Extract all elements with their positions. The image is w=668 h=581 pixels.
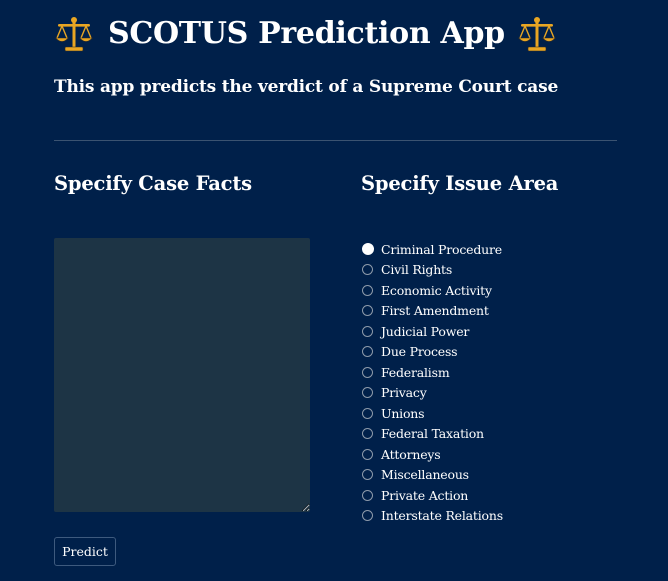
radio-button[interactable] (362, 243, 374, 256)
issue-area-option[interactable]: Unions (362, 403, 503, 424)
balance-scale-icon (517, 17, 557, 52)
balance-scale-icon (54, 17, 94, 52)
issue-area-option-label: Attorneys (381, 446, 441, 462)
issue-area-option[interactable]: Due Process (362, 342, 503, 363)
issue-area-option-label: Judicial Power (381, 323, 470, 339)
issue-area-option-label: Federal Taxation (381, 426, 484, 442)
predict-button[interactable]: Predict (54, 537, 116, 566)
page-subtitle: This app predicts the verdict of a Supre… (54, 77, 559, 97)
title-row: SCOTUS Prediction App (54, 10, 557, 58)
issue-area-option-label: Due Process (381, 344, 458, 360)
radio-button[interactable] (362, 428, 373, 440)
issue-area-option[interactable]: Interstate Relations (362, 506, 503, 527)
radio-button[interactable] (362, 305, 373, 317)
radio-button[interactable] (362, 510, 373, 522)
issue-area-option-label: Unions (381, 405, 425, 421)
radio-button[interactable] (362, 366, 373, 378)
radio-button[interactable] (362, 284, 373, 296)
issue-area-option[interactable]: Privacy (362, 383, 503, 404)
issue-area-option[interactable]: Judicial Power (362, 321, 503, 342)
issue-area-option-label: Private Action (381, 487, 469, 503)
case-facts-textarea[interactable] (54, 238, 310, 512)
radio-button[interactable] (362, 387, 373, 399)
radio-button[interactable] (362, 448, 373, 460)
page-title: SCOTUS Prediction App (108, 16, 505, 51)
radio-button[interactable] (362, 469, 373, 481)
issue-area-option[interactable]: Criminal Procedure (362, 239, 503, 260)
issue-area-option-label: Economic Activity (381, 282, 492, 298)
radio-button[interactable] (362, 407, 373, 419)
issue-area-option[interactable]: Attorneys (362, 444, 503, 465)
issue-area-option-label: Criminal Procedure (381, 241, 502, 257)
radio-button[interactable] (362, 346, 373, 358)
issue-area-option[interactable]: Private Action (362, 485, 503, 506)
case-facts-heading: Specify Case Facts (54, 172, 252, 195)
issue-area-option-label: Miscellaneous (381, 467, 469, 483)
radio-button[interactable] (362, 325, 373, 337)
issue-area-radio-group: Criminal Procedure Civil Rights Economic A… (362, 239, 503, 526)
issue-area-option[interactable]: Civil Rights (362, 260, 503, 281)
issue-area-option-label: First Amendment (381, 303, 489, 319)
radio-button[interactable] (362, 489, 373, 501)
issue-area-option[interactable]: Miscellaneous (362, 465, 503, 486)
issue-area-option-label: Interstate Relations (381, 508, 503, 524)
issue-area-option-label: Civil Rights (381, 262, 453, 278)
divider (54, 140, 617, 141)
issue-area-option[interactable]: First Amendment (362, 301, 503, 322)
issue-area-option[interactable]: Federalism (362, 362, 503, 383)
radio-button[interactable] (362, 264, 373, 276)
app-page: SCOTUS Prediction App This app predicts … (0, 0, 668, 581)
issue-area-option[interactable]: Economic Activity (362, 280, 503, 301)
issue-area-option-label: Privacy (381, 385, 427, 401)
issue-area-option[interactable]: Federal Taxation (362, 424, 503, 445)
issue-area-heading: Specify Issue Area (361, 172, 559, 195)
issue-area-option-label: Federalism (381, 364, 450, 380)
